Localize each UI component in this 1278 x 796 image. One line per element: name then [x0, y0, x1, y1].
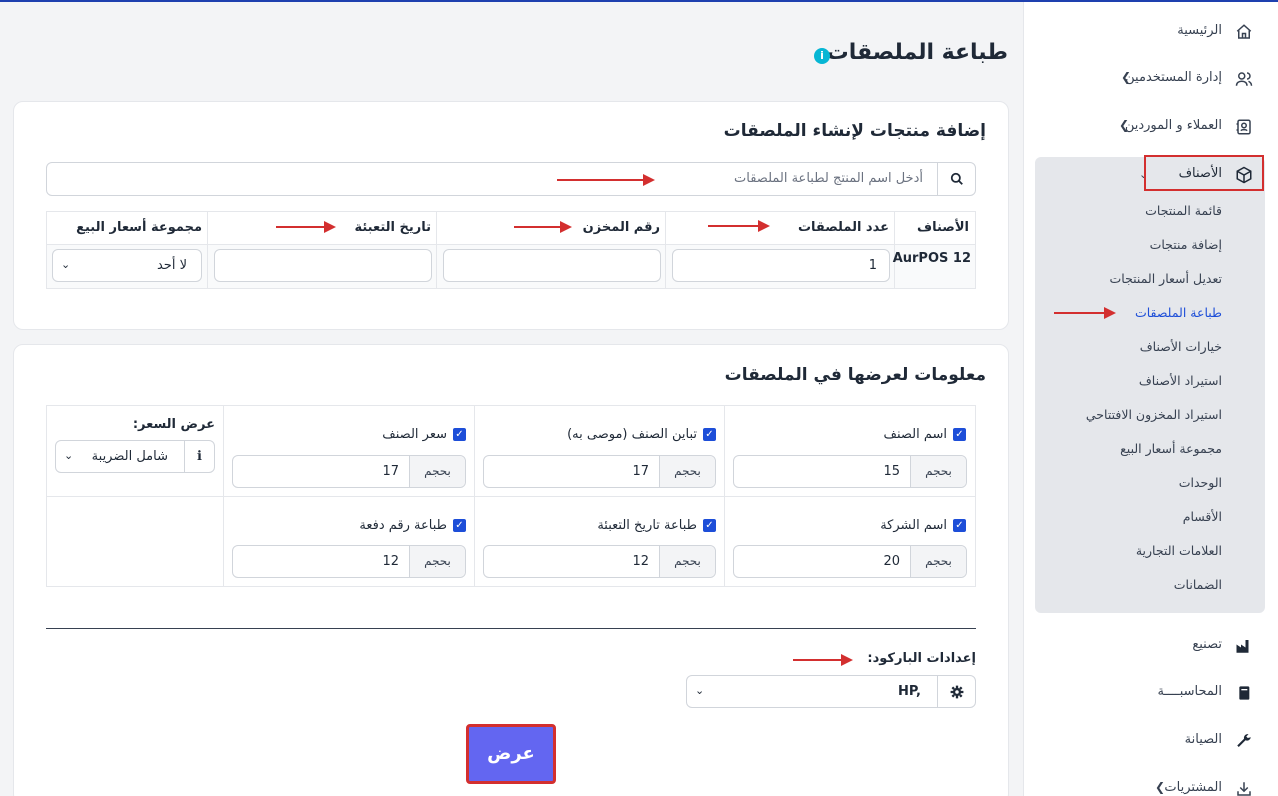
column-header-price-group: مجموعة أسعار البيع	[76, 220, 202, 235]
lot-number-checkbox[interactable]: ✓ طباعة رقم دفعة	[359, 518, 466, 533]
sidebar-item-home[interactable]: الرئيسية	[1023, 12, 1278, 52]
check-icon: ✓	[953, 519, 966, 532]
column-header-warehouse: رقم المخزن	[582, 220, 660, 235]
check-icon: ✓	[703, 428, 716, 441]
price-group-select[interactable]: لا أحد ⌄	[52, 249, 202, 282]
check-icon: ✓	[453, 519, 466, 532]
annotation-arrow	[514, 221, 572, 233]
chevron-down-icon: ⌄	[695, 684, 705, 697]
sidebar-item-purchases[interactable]: المشتريات ❯	[1023, 769, 1278, 796]
search-icon	[950, 172, 963, 185]
product-price-size-input[interactable]: بحجم 17	[232, 455, 466, 488]
chevron-left-icon: ❯	[1155, 780, 1166, 794]
sidebar-item-accounting[interactable]: المحاسبــــة	[1023, 673, 1278, 713]
submenu-item-edit-prices[interactable]: تعديل أسعار المنتجات	[1110, 271, 1222, 286]
packing-date-input[interactable]	[214, 249, 432, 282]
search-button[interactable]	[937, 163, 975, 195]
check-icon: ✓	[453, 428, 466, 441]
product-name-size-input[interactable]: بحجم 15	[733, 455, 967, 488]
show-button[interactable]: عرض	[466, 724, 556, 784]
chevron-down-icon: ⌄	[64, 449, 74, 462]
sidebar-item-manufacturing[interactable]: تصنيع	[1023, 626, 1278, 666]
label-count-input[interactable]: 1	[672, 249, 890, 282]
highlight-box-products	[1144, 155, 1264, 191]
company-name-checkbox[interactable]: ✓ اسم الشركة	[880, 518, 966, 533]
chevron-left-icon: ❯	[1121, 70, 1132, 84]
product-price-checkbox[interactable]: ✓ سعر الصنف	[382, 427, 466, 442]
submenu-item-product-options[interactable]: خيارات الأصناف	[1140, 339, 1222, 354]
annotation-arrow	[1054, 307, 1116, 319]
section-divider	[46, 628, 976, 629]
sidebar-item-maintenance[interactable]: الصيانة	[1023, 721, 1278, 761]
product-variation-size-input[interactable]: بحجم 17	[483, 455, 716, 488]
price-display-select[interactable]: ℹ شامل الضريبة ⌄	[55, 440, 215, 473]
download-icon	[1234, 779, 1254, 796]
submenu-item-units[interactable]: الوحدات	[1179, 475, 1222, 490]
product-variation-checkbox[interactable]: ✓ تباين الصنف (موصى به)	[567, 427, 716, 442]
column-header-label-count: عدد الملصقات	[797, 220, 889, 235]
gear-icon	[937, 676, 975, 707]
product-search-input[interactable]: أدخل اسم المنتج لطباعة الملصقات	[46, 162, 976, 196]
add-products-title: إضافة منتجات لإنشاء الملصقات	[723, 121, 986, 141]
submenu-item-product-list[interactable]: قائمة المنتجات	[1145, 203, 1222, 218]
product-name-checkbox[interactable]: ✓ اسم الصنف	[883, 427, 966, 442]
info-icon: ℹ	[184, 441, 214, 472]
column-header-products: الأصناف	[917, 220, 969, 235]
wrench-icon	[1234, 731, 1254, 751]
search-placeholder: أدخل اسم المنتج لطباعة الملصقات	[734, 171, 923, 186]
submenu-item-import-opening-stock[interactable]: استيراد المخزون الافتتاحي	[1086, 407, 1222, 422]
chevron-left-icon: ❯	[1119, 118, 1130, 132]
sidebar: الرئيسية إدارة المستخدمين ❯ العملاء و ال…	[1023, 2, 1278, 796]
chevron-down-icon: ⌄	[61, 258, 71, 271]
contacts-icon	[1234, 117, 1254, 137]
annotation-arrow	[708, 220, 770, 232]
submenu-item-brands[interactable]: العلامات التجارية	[1136, 543, 1222, 558]
packing-date-checkbox[interactable]: ✓ طباعة تاريخ التعبئة	[597, 518, 716, 533]
check-icon: ✓	[703, 519, 716, 532]
page-title: طباعة الملصقات	[826, 40, 1008, 65]
annotation-arrow	[276, 221, 336, 233]
factory-icon	[1234, 636, 1254, 656]
submenu-item-price-groups[interactable]: مجموعة أسعار البيع	[1120, 441, 1222, 456]
annotation-arrow	[557, 174, 655, 186]
submenu-item-add-products[interactable]: إضافة منتجات	[1150, 237, 1222, 252]
label-info-title: معلومات لعرضها في الملصقات	[724, 365, 986, 385]
submenu-item-warranties[interactable]: الضمانات	[1174, 577, 1222, 592]
sidebar-item-label: إدارة المستخدمين	[1125, 70, 1222, 85]
submenu-item-import-products[interactable]: استيراد الأصناف	[1139, 373, 1222, 388]
check-icon: ✓	[953, 428, 966, 441]
packing-date-size-input[interactable]: بحجم 12	[483, 545, 716, 578]
company-name-size-input[interactable]: بحجم 20	[733, 545, 967, 578]
sidebar-item-label: الصيانة	[1184, 732, 1222, 747]
submenu-item-print-labels[interactable]: طباعة الملصقات	[1135, 305, 1222, 320]
home-icon	[1234, 22, 1254, 42]
price-display-label: عرض السعر:	[132, 417, 215, 432]
sidebar-item-customers[interactable]: العملاء و الموردين ❯	[1023, 107, 1278, 147]
barcode-settings-select[interactable]: HP, ⌄	[686, 675, 976, 708]
sidebar-item-label: تصنيع	[1192, 637, 1222, 652]
sidebar-item-users[interactable]: إدارة المستخدمين ❯	[1023, 59, 1278, 99]
warehouse-input[interactable]	[443, 249, 661, 282]
lot-number-size-input[interactable]: بحجم 12	[232, 545, 466, 578]
users-icon	[1234, 69, 1254, 89]
sidebar-item-label: الرئيسية	[1177, 23, 1222, 38]
sidebar-item-label: العملاء و الموردين	[1124, 118, 1222, 133]
barcode-settings-label: إعدادات الباركود:	[867, 651, 976, 666]
annotation-arrow	[793, 654, 853, 666]
info-icon[interactable]: i	[814, 48, 830, 64]
submenu-item-categories[interactable]: الأقسام	[1183, 509, 1222, 524]
book-icon	[1234, 683, 1254, 703]
column-header-packing-date: تاريخ التعبئة	[354, 220, 431, 235]
sidebar-item-label: المشتريات	[1164, 780, 1222, 795]
sidebar-item-label: المحاسبــــة	[1157, 684, 1222, 699]
product-name-cell: AurPOS 12	[892, 251, 971, 266]
